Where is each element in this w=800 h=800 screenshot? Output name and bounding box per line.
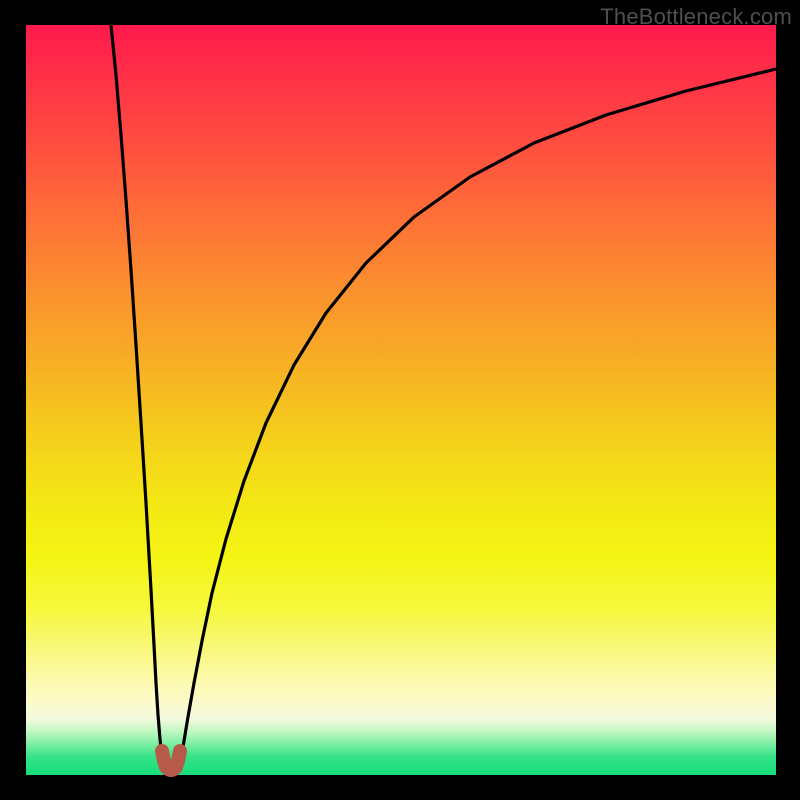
watermark-text: TheBottleneck.com	[600, 4, 792, 30]
chart-frame: TheBottleneck.com	[0, 0, 800, 800]
left-branch	[111, 25, 163, 765]
valley-marker	[162, 751, 180, 770]
right-branch	[179, 69, 776, 765]
curve-group	[111, 25, 776, 770]
curve-svg	[26, 25, 776, 775]
